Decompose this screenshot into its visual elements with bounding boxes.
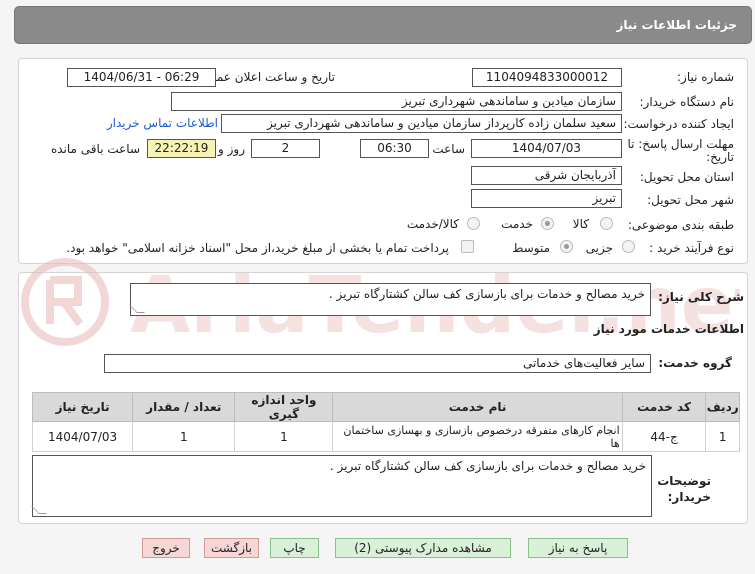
reply-to-need-button[interactable]: پاسخ به نیاز bbox=[528, 538, 628, 558]
exit-button[interactable]: خروج bbox=[142, 538, 190, 558]
province-field: آذربایجان شرقی bbox=[471, 166, 622, 185]
city-label: شهر محل تحویل: bbox=[647, 193, 734, 207]
need-info-panel bbox=[18, 58, 748, 264]
buyer-org-label: نام دستگاه خریدار: bbox=[639, 95, 735, 109]
city-field: تبریز bbox=[471, 189, 622, 208]
category-radio-service[interactable] bbox=[541, 217, 554, 230]
page-title: جزئیات اطلاعات نیاز bbox=[616, 18, 737, 32]
payment-note: پرداخت تمام یا بخشی از مبلغ خرید،از محل … bbox=[66, 241, 449, 255]
category-option-goods: کالا bbox=[572, 217, 589, 231]
cell-row-number: 1 bbox=[705, 421, 740, 452]
category-radio-goods-service[interactable] bbox=[467, 217, 480, 230]
back-button[interactable]: بازگشت bbox=[204, 538, 259, 558]
resize-grip-icon[interactable] bbox=[31, 506, 47, 514]
days-label: روز و bbox=[218, 142, 245, 156]
time-remaining-label: ساعت باقی مانده bbox=[50, 142, 140, 156]
announce-datetime-field: 1404/06/31 - 06:29 bbox=[67, 68, 216, 87]
deadline-date-field: 1404/07/03 bbox=[471, 139, 622, 158]
print-button[interactable]: چاپ bbox=[270, 538, 319, 558]
table-row: 1 ج-44 انجام کارهای متفرقه درخصوص بازساز… bbox=[31, 421, 740, 452]
category-option-goods-service: کالا/خدمت bbox=[406, 217, 459, 231]
category-radio-goods[interactable] bbox=[600, 217, 613, 230]
treasury-checkbox[interactable] bbox=[461, 240, 474, 253]
cell-need-date: 1404/07/03 bbox=[31, 421, 134, 452]
page-header: جزئیات اطلاعات نیاز bbox=[14, 6, 752, 44]
need-number-label: شماره نیاز: bbox=[677, 70, 734, 84]
buyer-contact-link[interactable]: اطلاعات تماس خریدار bbox=[107, 116, 218, 130]
view-attachments-button[interactable]: مشاهده مدارک پیوستی (2) bbox=[335, 538, 511, 558]
need-number-field: 1104094833000012 bbox=[472, 68, 622, 87]
process-option-minor: جزیی bbox=[585, 241, 613, 255]
col-header-need-date: تاریخ نیاز bbox=[31, 392, 134, 422]
services-table: ردیف کد خدمت نام خدمت واحد اندازه گیری ت… bbox=[31, 392, 740, 452]
col-header-row-number: ردیف bbox=[705, 392, 740, 422]
category-label: طبقه بندی موضوعی: bbox=[627, 218, 734, 232]
province-label: استان محل تحویل: bbox=[639, 170, 734, 184]
process-radio-medium[interactable] bbox=[560, 240, 573, 253]
col-header-unit: واحد اندازه گیری bbox=[234, 392, 334, 422]
days-remaining-field: 2 bbox=[251, 139, 320, 158]
process-option-medium: متوسط bbox=[512, 241, 550, 255]
summary-textarea[interactable]: خرید مصالح و خدمات برای بازسازی کف سالن … bbox=[129, 283, 651, 316]
col-header-quantity: تعداد / مقدار bbox=[132, 392, 236, 422]
cell-service-code: ج-44 bbox=[621, 421, 707, 452]
buyer-notes-textarea[interactable]: خرید مصالح و خدمات برای بازسازی کف سالن … bbox=[31, 455, 652, 517]
deadline-time-field: 06:30 bbox=[360, 139, 429, 158]
col-header-service-name: نام خدمت bbox=[332, 392, 623, 422]
service-group-label: گروه خدمت: bbox=[658, 356, 732, 370]
buyer-notes-label: توضیحات bbox=[657, 474, 711, 488]
services-section-title: اطلاعات خدمات مورد نیاز bbox=[593, 322, 744, 336]
resize-grip-icon[interactable] bbox=[129, 305, 145, 313]
summary-text: خرید مصالح و خدمات برای بازسازی کف سالن … bbox=[328, 287, 645, 301]
creator-field: سعید سلمان زاده کارپرداز سازمان میادین و… bbox=[221, 114, 622, 133]
cell-unit: 1 bbox=[234, 421, 334, 452]
process-radio-minor[interactable] bbox=[622, 240, 635, 253]
cell-service-name: انجام کارهای متفرقه درخصوص بازسازی و بهس… bbox=[332, 421, 623, 452]
process-label: نوع فرآیند خرید : bbox=[649, 241, 734, 255]
cell-quantity: 1 bbox=[132, 421, 236, 452]
deadline-time-label: ساعت bbox=[432, 142, 465, 156]
category-option-service: خدمت bbox=[501, 217, 533, 231]
creator-label: ایجاد کننده درخواست: bbox=[623, 117, 734, 131]
col-header-service-code: کد خدمت bbox=[621, 392, 707, 422]
buyer-notes-label-2: خریدار: bbox=[667, 490, 711, 504]
time-remaining-field: 22:22:19 bbox=[147, 139, 216, 158]
deadline-date-label: تاریخ: bbox=[706, 150, 734, 164]
service-group-field: سایر فعالیت‌های خدماتی bbox=[104, 354, 651, 373]
buyer-notes-text: خرید مصالح و خدمات برای بازسازی کف سالن … bbox=[329, 459, 646, 473]
table-header-row: ردیف کد خدمت نام خدمت واحد اندازه گیری ت… bbox=[31, 392, 740, 422]
deadline-label: مهلت ارسال پاسخ: تا bbox=[627, 137, 734, 151]
buyer-org-field: سازمان میادین و ساماندهی شهرداری تبریز bbox=[171, 92, 622, 111]
summary-label: شرح کلی نیاز: bbox=[658, 290, 744, 304]
